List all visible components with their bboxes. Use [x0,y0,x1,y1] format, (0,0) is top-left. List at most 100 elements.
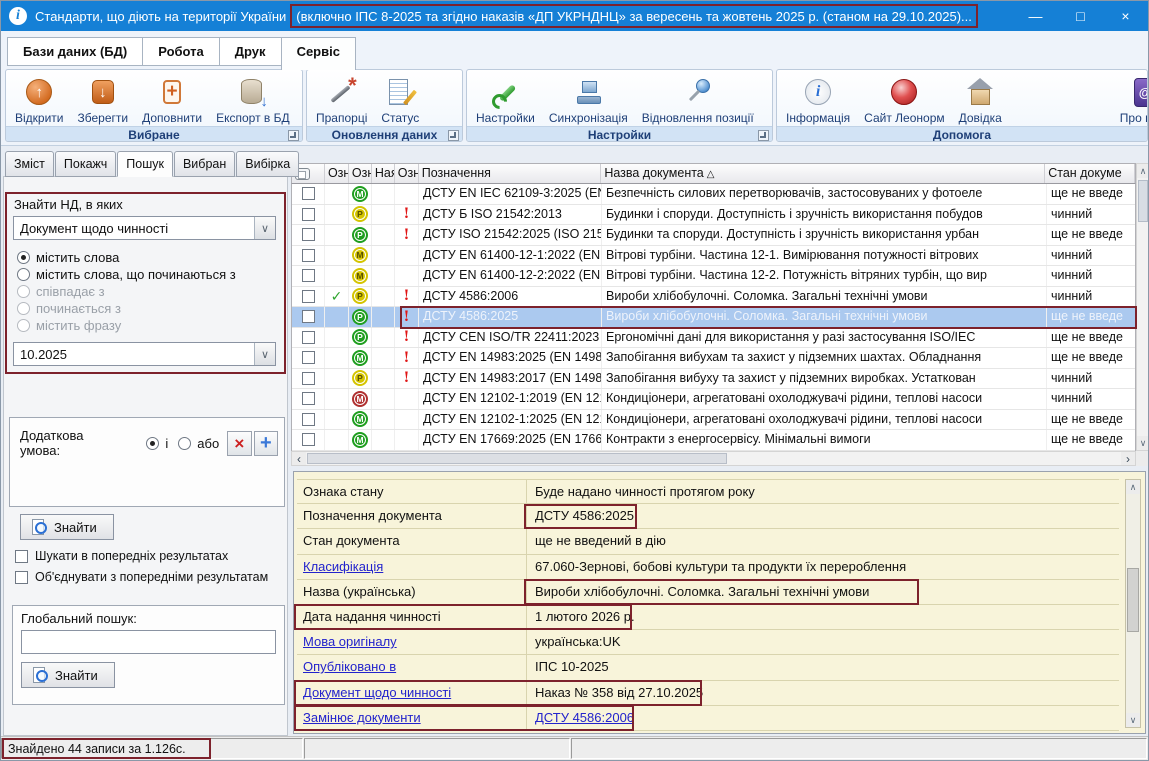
add-condition-button[interactable]: + [254,431,278,456]
ribbon-button[interactable]: Прапорці [309,71,374,126]
table-row[interactable]: Р!ДСТУ EN 14983:2017 (EN 1498Запобігання… [292,369,1135,390]
ribbon-button[interactable]: Зберегти [71,71,136,126]
scroll-up-icon[interactable] [1126,480,1140,494]
search-field-combobox[interactable]: Документ щодо чинності [13,216,276,240]
table-row[interactable]: Р!ДСТУ 4586:2025Вироби хлібобулочні. Сол… [292,307,1135,328]
details-label-link[interactable]: Замінює документи [303,710,421,725]
table-horizontal-scrollbar[interactable] [291,451,1136,466]
row-checkbox[interactable] [302,187,315,200]
row-checkbox[interactable] [302,351,315,364]
find-button[interactable]: Знайти [20,514,114,540]
search-option-checkbox[interactable]: Шукати в попередніх результатах [15,549,285,563]
details-value-link[interactable]: ДСТУ 4586:2006 [535,710,634,725]
chevron-down-icon[interactable] [254,343,275,365]
ribbon-button[interactable]: Відкрити [8,71,71,126]
details-label-link[interactable]: Опубліковано в [303,659,396,674]
ribbon-button[interactable]: Про прог [1113,71,1148,126]
table-row[interactable]: Р!ДСТУ Б ISO 21542:2013Будинки і споруди… [292,205,1135,226]
sidebar-tab[interactable]: Покажч [55,151,116,177]
table-row[interactable]: М!ДСТУ EN 14983:2025 (EN 1498Запобігання… [292,348,1135,369]
scroll-right-icon[interactable] [1121,452,1135,465]
table-row[interactable]: ✓Р!ДСТУ 4586:2006Вироби хлібобулочні. Со… [292,287,1135,308]
ribbon-button[interactable]: Сайт Леонорм [857,71,951,126]
table-vertical-scrollbar[interactable] [1136,163,1149,451]
scroll-down-icon[interactable] [1137,436,1149,450]
scroll-left-icon[interactable] [292,452,306,465]
table-row[interactable]: МДСТУ EN 61400-12-2:2022 (ENВітрові турб… [292,266,1135,287]
ribbon-tab[interactable]: Друк [219,37,281,66]
scrollbar-thumb[interactable] [1138,180,1148,222]
column-header[interactable]: Озн [395,164,419,183]
table-row[interactable]: Р!ДСТУ ISO 21542:2025 (ISO 215Будинки та… [292,225,1135,246]
ribbon-button[interactable]: Довідка [952,71,1009,126]
maximize-button[interactable]: □ [1058,1,1103,31]
global-search-input[interactable] [21,630,276,654]
search-mode-option[interactable]: містить слова [17,249,280,266]
ribbon-button[interactable]: Статус [374,71,426,126]
column-header[interactable]: Стан докуме [1045,164,1135,183]
dialog-launcher-icon[interactable] [288,130,299,141]
sidebar-tab[interactable]: Вибірка [236,151,299,177]
condition-operator[interactable]: або [178,436,219,451]
search-option-checkbox[interactable]: Об'єднувати з попередніми результатам [15,570,285,584]
sidebar-tab[interactable]: Вибран [174,151,235,177]
row-checkbox[interactable] [302,372,315,385]
radio-button[interactable] [178,437,191,450]
column-header[interactable]: Озн [349,164,372,183]
ribbon-tab[interactable]: Робота [142,37,219,66]
scroll-down-icon[interactable] [1126,713,1140,727]
column-header[interactable]: Озн [325,164,349,183]
row-checkbox[interactable] [302,331,315,344]
table-row[interactable]: МДСТУ EN 12102-1:2019 (EN 121Кондиціонер… [292,389,1135,410]
dialog-launcher-icon[interactable] [448,130,459,141]
row-checkbox[interactable] [302,228,315,241]
row-checkbox[interactable] [302,310,315,323]
radio-button[interactable] [17,251,30,264]
ribbon-button[interactable]: Інформація [779,71,857,126]
row-checkbox[interactable] [302,290,315,303]
details-label-link[interactable]: Класифікація [303,559,383,574]
column-header[interactable]: Назва документа△ [601,164,1045,183]
remove-condition-button[interactable]: × [227,431,251,456]
table-row[interactable]: МДСТУ EN 61400-12-1:2022 (ENВітрові турб… [292,246,1135,267]
ribbon-tab[interactable]: Сервіс [281,37,356,70]
table-row[interactable]: Р!ДСТУ CEN ISO/TR 22411:2023 (Ергономічн… [292,328,1135,349]
chevron-down-icon[interactable] [254,217,275,239]
checkbox[interactable] [15,571,28,584]
sidebar-tab[interactable]: Зміст [5,151,54,177]
row-checkbox[interactable] [302,208,315,221]
table-row[interactable]: МДСТУ EN 12102-1:2025 (EN 121Кондиціонер… [292,410,1135,431]
column-header[interactable]: Позначення [419,164,602,183]
ribbon-button[interactable]: Синхронізація [542,71,635,126]
row-checkbox[interactable] [302,413,315,426]
search-mode-option[interactable]: містить слова, що починаються з [17,266,280,283]
global-find-button[interactable]: Знайти [21,662,115,688]
radio-button[interactable] [17,268,30,281]
table-row[interactable]: МДСТУ EN 17669:2025 (EN 1766Контракти з … [292,430,1135,451]
ribbon-button[interactable]: Експорт в БД [209,71,297,126]
ribbon-button[interactable]: Настройки [469,71,542,126]
ribbon-tab[interactable]: Бази даних (БД) [7,37,142,66]
minimize-button[interactable]: — [1013,1,1058,31]
condition-operator[interactable]: і [146,436,168,451]
checkbox[interactable] [15,550,28,563]
row-checkbox[interactable] [302,249,315,262]
sidebar-tab[interactable]: Пошук [117,151,173,177]
row-checkbox[interactable] [302,433,315,446]
column-header[interactable]: Ная [372,164,395,183]
details-scrollbar[interactable] [1125,479,1141,728]
row-checkbox[interactable] [302,269,315,282]
table-row[interactable]: МДСТУ EN IEC 62109-3:2025 (ENБезпечність… [292,184,1135,205]
search-term-combobox[interactable]: 10.2025 [13,342,276,366]
details-label-link[interactable]: Документ щодо чинності [303,685,451,700]
details-label-link[interactable]: Мова оригіналу [303,634,397,649]
scroll-up-icon[interactable] [1137,164,1149,178]
dialog-launcher-icon[interactable] [758,130,769,141]
radio-button[interactable] [146,437,159,450]
ribbon-button[interactable]: Відновлення позиції [635,71,761,126]
scrollbar-thumb[interactable] [1127,568,1139,632]
close-button[interactable]: × [1103,1,1148,31]
row-checkbox[interactable] [302,392,315,405]
scrollbar-thumb[interactable] [307,453,727,464]
ribbon-button[interactable]: Доповнити [135,71,209,126]
